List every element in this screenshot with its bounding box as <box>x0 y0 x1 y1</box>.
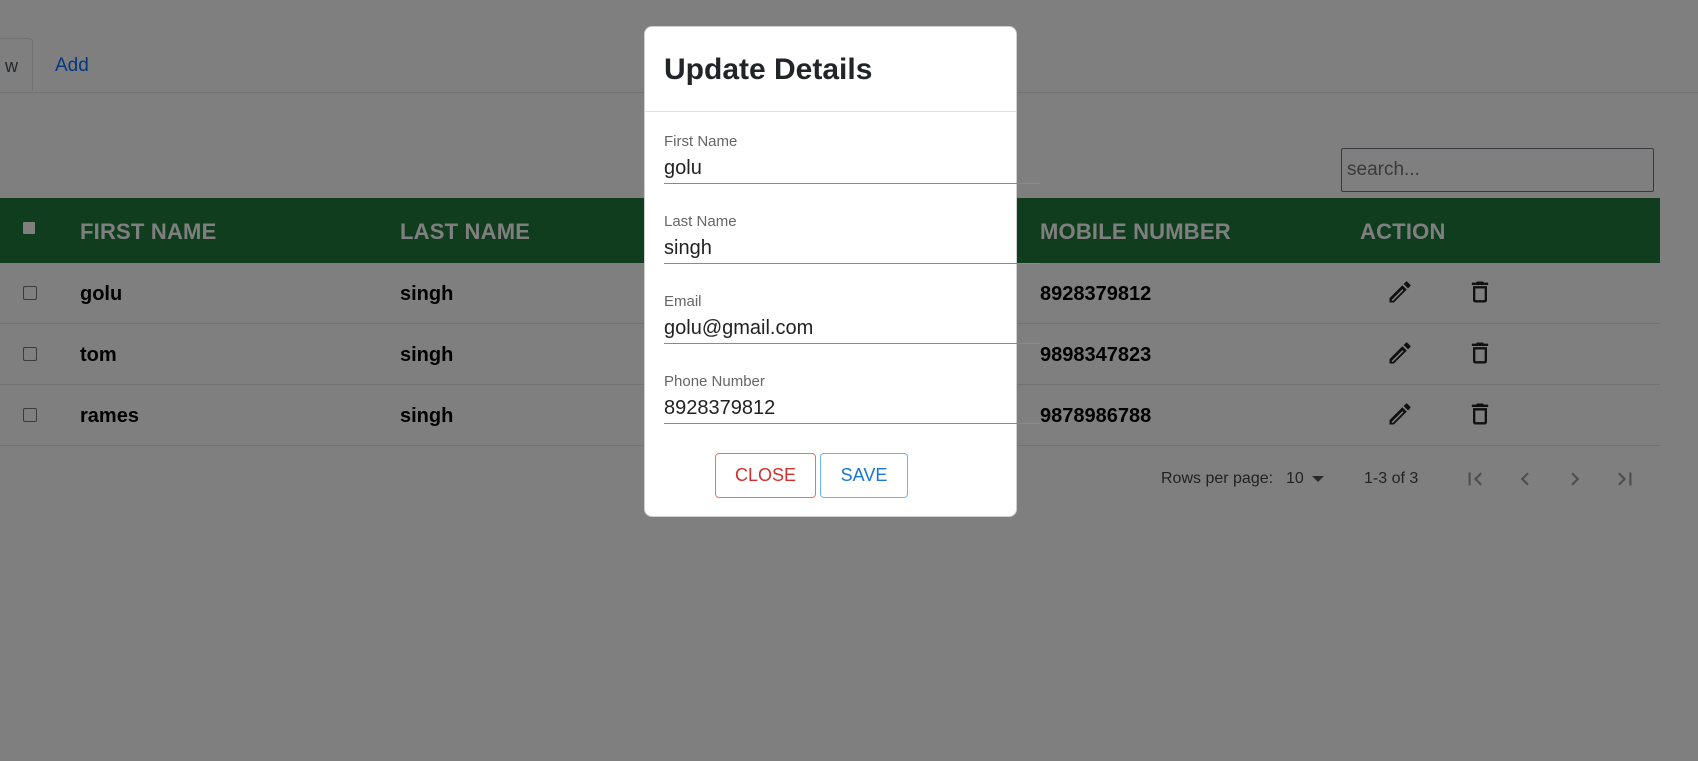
phone-number-input[interactable] <box>664 393 1040 424</box>
first-name-input[interactable] <box>664 153 1040 184</box>
page: w Add FIRST NAME LAST NAME MOBILE NUMBER… <box>0 0 1698 761</box>
modal-divider <box>645 111 1016 112</box>
email-input[interactable] <box>664 313 1040 344</box>
update-details-dialog: Update Details First Name Last Name Emai… <box>644 26 1040 517</box>
email-label: Email <box>664 293 702 310</box>
phone-number-label: Phone Number <box>664 373 765 390</box>
modal-title: Update Details <box>664 53 873 86</box>
save-button[interactable]: SAVE <box>820 453 908 498</box>
last-name-label: Last Name <box>664 213 737 230</box>
first-name-label: First Name <box>664 133 738 150</box>
last-name-input[interactable] <box>664 233 1040 264</box>
close-button[interactable]: CLOSE <box>715 453 816 498</box>
